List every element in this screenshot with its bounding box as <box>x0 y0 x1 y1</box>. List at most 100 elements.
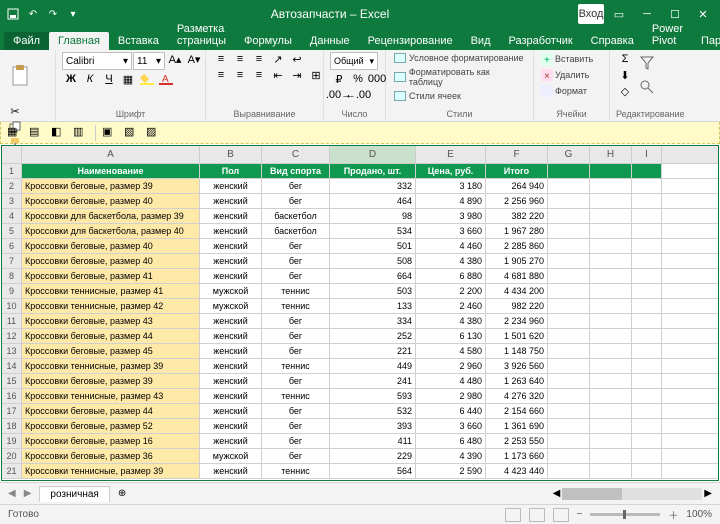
cell[interactable]: мужской <box>200 449 262 463</box>
cell[interactable]: Кроссовки теннисные, размер 39 <box>22 359 200 373</box>
wrap-text-icon[interactable]: ↩ <box>288 52 306 66</box>
cell[interactable] <box>548 389 590 403</box>
cell[interactable]: Кроссовки беговые, размер 39 <box>22 374 200 388</box>
cell[interactable]: Кроссовки беговые, размер 43 <box>22 314 200 328</box>
cell[interactable]: женский <box>200 344 262 358</box>
col-header-C[interactable]: C <box>262 146 330 163</box>
row-header[interactable]: 18 <box>2 419 22 433</box>
cell[interactable]: баскетбол <box>262 209 330 223</box>
ribbon-tab-0[interactable]: Файл <box>4 32 49 50</box>
row-header[interactable]: 15 <box>2 374 22 388</box>
cell[interactable]: 508 <box>330 254 416 268</box>
cell[interactable]: женский <box>200 464 262 478</box>
cell[interactable]: 532 <box>330 404 416 418</box>
cell[interactable]: Наименование <box>22 164 200 178</box>
cell[interactable]: 1 361 690 <box>486 419 548 433</box>
cell[interactable] <box>548 209 590 223</box>
cell[interactable]: 6 880 <box>416 269 486 283</box>
cell[interactable]: 2 590 <box>416 464 486 478</box>
align-middle-icon[interactable]: ≡ <box>231 52 249 66</box>
cell[interactable]: 2 234 960 <box>486 314 548 328</box>
redo-icon[interactable]: ↷ <box>44 5 62 23</box>
zoom-in-icon[interactable]: ＋ <box>668 507 678 522</box>
align-right-icon[interactable]: ≡ <box>250 68 268 82</box>
ribbon-tab-5[interactable]: Данные <box>301 32 359 50</box>
cell[interactable]: 3 660 <box>416 224 486 238</box>
cell[interactable]: бег <box>262 194 330 208</box>
cell[interactable]: 6 480 <box>416 434 486 448</box>
select-all-corner[interactable] <box>2 146 22 163</box>
cell[interactable]: Кроссовки беговые, размер 44 <box>22 404 200 418</box>
cell[interactable]: Кроссовки беговые, размер 39 <box>22 179 200 193</box>
cell[interactable]: бег <box>262 419 330 433</box>
font-color-icon[interactable]: A <box>157 72 175 86</box>
cell[interactable]: бег <box>262 449 330 463</box>
percent-icon[interactable]: % <box>349 72 367 86</box>
cell[interactable]: женский <box>200 389 262 403</box>
cell[interactable] <box>632 374 662 388</box>
cell[interactable]: 534 <box>330 224 416 238</box>
cell[interactable] <box>548 299 590 313</box>
cell[interactable]: 98 <box>330 209 416 223</box>
col-header-D[interactable]: D <box>330 146 416 163</box>
row-header[interactable]: 7 <box>2 254 22 268</box>
cell[interactable]: 4 890 <box>416 194 486 208</box>
cell[interactable] <box>590 164 632 178</box>
cell[interactable] <box>590 179 632 193</box>
cell[interactable] <box>632 464 662 478</box>
cell[interactable]: Пол <box>200 164 262 178</box>
cell[interactable]: теннис <box>262 389 330 403</box>
cell[interactable]: женский <box>200 434 262 448</box>
cell[interactable] <box>590 419 632 433</box>
cell[interactable]: бег <box>262 239 330 253</box>
cell[interactable] <box>590 329 632 343</box>
cell[interactable]: 6 130 <box>416 329 486 343</box>
cell[interactable]: 2 253 550 <box>486 434 548 448</box>
cell[interactable] <box>632 419 662 433</box>
qat2-icon[interactable]: ▧ <box>124 125 140 141</box>
cell[interactable]: бег <box>262 374 330 388</box>
cell[interactable]: Кроссовки беговые, размер 40 <box>22 194 200 208</box>
fill-color-icon[interactable] <box>138 72 156 86</box>
cell[interactable]: 3 926 560 <box>486 359 548 373</box>
close-icon[interactable]: ✕ <box>690 4 716 24</box>
delete-cells-button[interactable]: ×Удалить <box>540 68 590 82</box>
find-select-icon[interactable] <box>638 76 656 98</box>
qat2-icon[interactable]: ▥ <box>73 125 89 141</box>
cell[interactable] <box>632 164 662 178</box>
currency-icon[interactable]: ₽ <box>330 72 348 86</box>
clear-icon[interactable]: ◇ <box>616 84 634 98</box>
row-header[interactable]: 11 <box>2 314 22 328</box>
hscroll-right-icon[interactable]: ▶ <box>704 488 712 499</box>
row-header[interactable]: 16 <box>2 389 22 403</box>
cell[interactable] <box>590 434 632 448</box>
cell[interactable] <box>632 194 662 208</box>
cell[interactable]: Цена, руб. <box>416 164 486 178</box>
row-header[interactable]: 10 <box>2 299 22 313</box>
cell[interactable]: 4 480 <box>416 374 486 388</box>
cell[interactable]: женский <box>200 254 262 268</box>
row-header[interactable]: 12 <box>2 329 22 343</box>
cell[interactable] <box>632 299 662 313</box>
zoom-slider[interactable] <box>590 513 660 516</box>
cell[interactable]: 252 <box>330 329 416 343</box>
cell[interactable]: 449 <box>330 359 416 373</box>
comma-icon[interactable]: 000 <box>368 72 386 86</box>
sort-filter-icon[interactable] <box>638 52 656 74</box>
new-sheet-icon[interactable]: ⊕ <box>118 488 126 499</box>
row-header[interactable]: 13 <box>2 344 22 358</box>
cell[interactable]: мужской <box>200 299 262 313</box>
cell[interactable] <box>590 209 632 223</box>
decrease-decimal-icon[interactable]: ←.00 <box>349 88 367 102</box>
cell[interactable] <box>548 404 590 418</box>
hscroll-thumb[interactable] <box>562 488 622 500</box>
fill-icon[interactable]: ⬇ <box>616 68 634 82</box>
col-header-I[interactable]: I <box>632 146 662 163</box>
cell[interactable]: бег <box>262 179 330 193</box>
cell[interactable] <box>632 404 662 418</box>
cell[interactable] <box>548 284 590 298</box>
cell[interactable]: бег <box>262 404 330 418</box>
cell[interactable]: Продано, шт. <box>330 164 416 178</box>
cell[interactable]: 464 <box>330 194 416 208</box>
align-bottom-icon[interactable]: ≡ <box>250 52 268 66</box>
